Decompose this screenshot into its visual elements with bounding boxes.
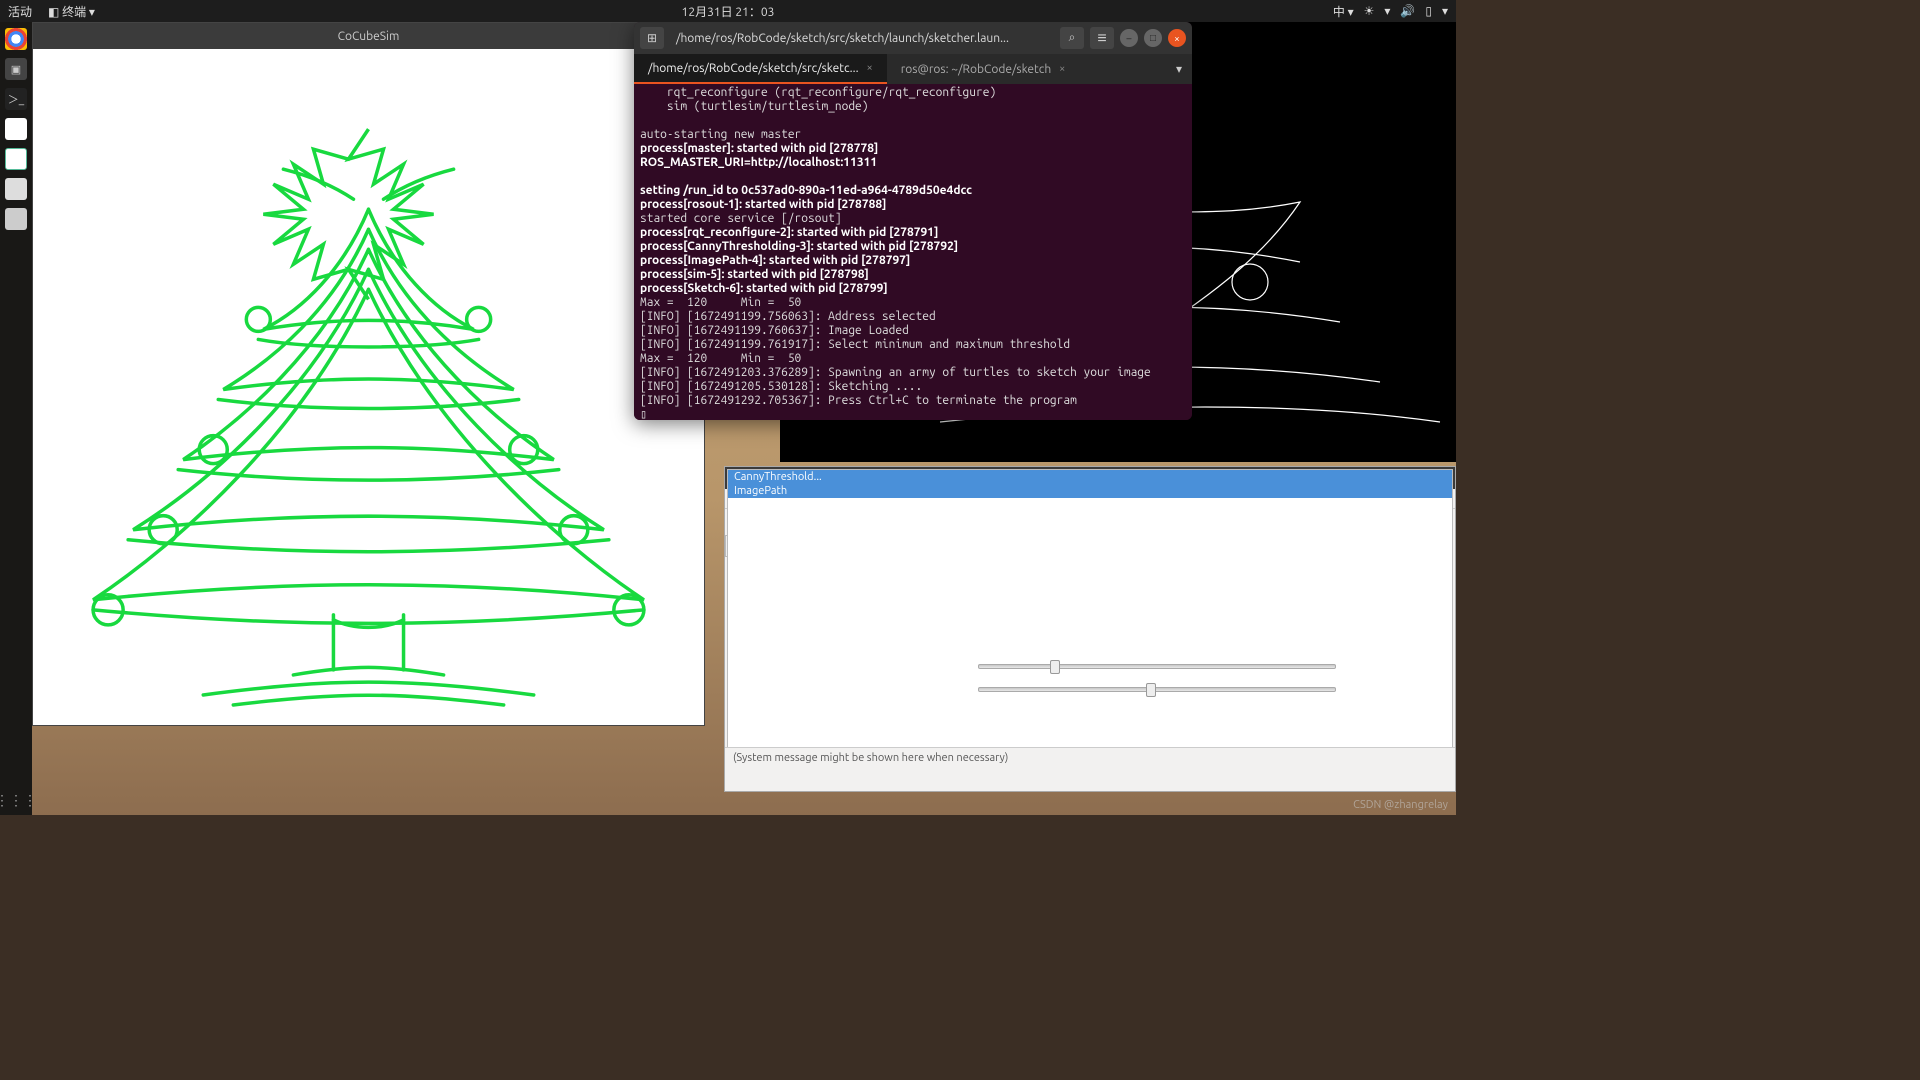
dock-app-6[interactable] [5, 178, 27, 200]
dock-app-4[interactable] [5, 118, 27, 140]
tab-overflow-icon[interactable]: ▾ [1166, 62, 1192, 76]
watermark: CSDN @zhangrelay [1353, 799, 1448, 811]
maximize-icon[interactable]: □ [1144, 29, 1162, 47]
node-tree[interactable]: CannyThreshold...ImagePath [727, 469, 1453, 789]
dock-chrome[interactable] [5, 28, 27, 50]
activities-button[interactable]: 活动 [8, 3, 32, 20]
terminal-headerbar[interactable]: ⊞ /home/ros/RobCode/sketch/src/sketch/la… [634, 22, 1192, 54]
dock-terminal[interactable]: ＞_ [5, 88, 27, 110]
dock-app-2[interactable]: ▣ [5, 58, 27, 80]
wifi-icon: ▾ [1384, 4, 1390, 18]
close-icon[interactable]: × [1168, 29, 1186, 47]
rqt-sidebar: Filter key: Collapse all Expand all Cann… [725, 509, 855, 747]
tree-node[interactable]: CannyThreshold... [728, 470, 1452, 484]
clock[interactable]: 12月31日 21：03 [682, 3, 775, 20]
app-grid-icon[interactable]: ⋮⋮⋮ [0, 792, 37, 809]
terminal-title: /home/ros/RobCode/sketch/src/sketch/laun… [670, 32, 1054, 45]
max-slider[interactable] [978, 687, 1336, 692]
tree-node[interactable]: ImagePath [728, 484, 1452, 498]
turtlesim-canvas [33, 49, 704, 725]
search-icon[interactable]: ⌕ [1060, 27, 1084, 49]
hamburger-icon[interactable]: ≡ [1090, 27, 1114, 49]
rqt-statusbar: (System message might be shown here when… [725, 747, 1455, 791]
tab-close-icon[interactable]: × [1059, 63, 1065, 75]
cocubesim-titlebar[interactable]: CoCubeSim [33, 23, 704, 49]
brightness-icon: ☀ [1364, 4, 1375, 18]
battery-icon: ▯ [1425, 4, 1432, 18]
new-tab-icon[interactable]: ⊞ [640, 27, 664, 49]
ime-indicator[interactable]: 中 ▾ [1333, 3, 1354, 20]
terminal-tab[interactable]: /home/ros/RobCode/sketch/src/sketc...× [634, 54, 887, 84]
min-slider[interactable] [978, 664, 1336, 669]
dock: ▣ ＞_ ⋮⋮⋮ [0, 22, 32, 815]
terminal-tab[interactable]: ros@ros: ~/RobCode/sketch× [887, 54, 1080, 84]
minimize-icon[interactable]: – [1120, 29, 1138, 47]
system-menu-chevron[interactable]: ▾ [1442, 4, 1448, 18]
app-menu[interactable]: ◧ 终端 ▾ [48, 3, 95, 20]
terminal-window: ⊞ /home/ros/RobCode/sketch/src/sketch/la… [634, 22, 1192, 420]
terminal-output[interactable]: rqt_reconfigure (rqt_reconfigure/rqt_rec… [634, 84, 1192, 420]
terminal-tabbar: /home/ros/RobCode/sketch/src/sketc...×ro… [634, 54, 1192, 84]
tab-close-icon[interactable]: × [867, 62, 873, 74]
cocubesim-window: CoCubeSim [32, 22, 705, 726]
rqt-window: rqt_reconfigure__Param - rqt – □ × Dynam… [724, 466, 1456, 792]
gnome-topbar: 活动 ◧ 终端 ▾ 12月31日 21：03 中 ▾ ☀ ▾ 🔊 ▯ ▾ [0, 0, 1456, 22]
dock-app-5[interactable] [5, 148, 27, 170]
dock-app-7[interactable] [5, 208, 27, 230]
volume-icon: 🔊 [1400, 4, 1415, 18]
